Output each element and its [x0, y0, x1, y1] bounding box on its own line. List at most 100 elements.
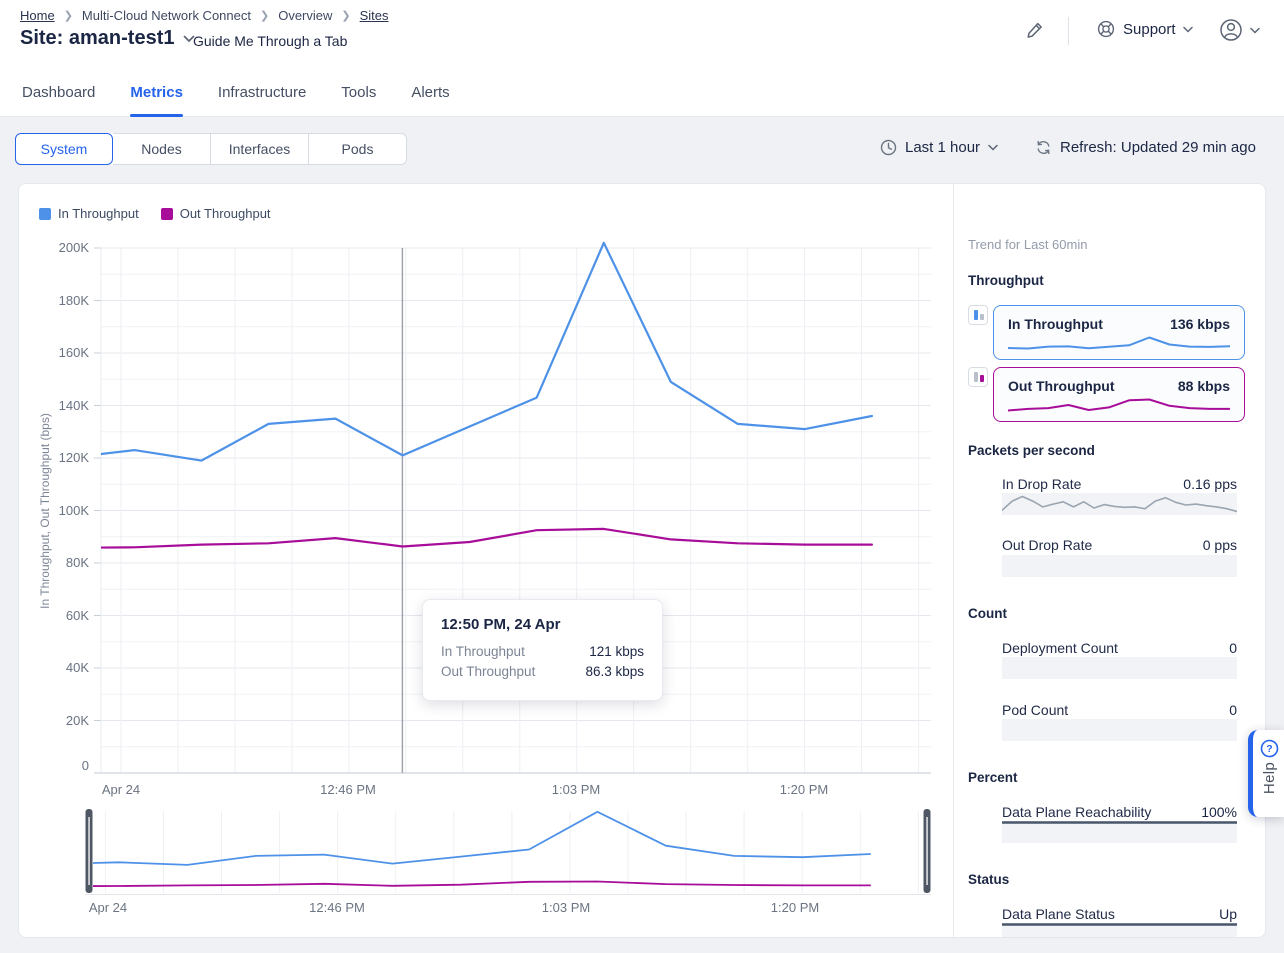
header-divider: [1068, 17, 1069, 45]
chart-type-toggle-out[interactable]: [968, 367, 988, 387]
metric-scope-switcher: System Nodes Interfaces Pods: [16, 133, 407, 165]
metrics-card: In Throughput Out Throughput In Throughp…: [18, 183, 1266, 938]
guide-me-link[interactable]: Guide Me Through a Tab: [193, 33, 347, 49]
chevron-down-icon: [988, 144, 998, 151]
breadcrumb-overview: Overview: [278, 8, 332, 23]
data-plane-status-row: Data Plane Status Up: [1002, 906, 1237, 922]
chart-legend: In Throughput Out Throughput: [39, 206, 271, 221]
svg-text:?: ?: [1266, 743, 1272, 755]
legend-in-throughput[interactable]: In Throughput: [39, 206, 139, 221]
panel-divider: [953, 184, 954, 938]
legend-label: In Throughput: [58, 206, 139, 221]
row-label: Data Plane Reachability: [1002, 804, 1151, 820]
out-drop-rate-sparkline: [1002, 555, 1237, 577]
row-value: 0.16 pps: [1183, 476, 1237, 492]
chart-type-toggle-in[interactable]: [968, 305, 988, 325]
support-menu[interactable]: Support: [1096, 19, 1193, 39]
navigator-x-tick: 1:03 PM: [516, 900, 616, 915]
time-range-selector[interactable]: Last 1 hour: [880, 139, 998, 156]
support-lifebuoy-icon: [1096, 19, 1116, 39]
row-value: 0: [1229, 640, 1237, 656]
tooltip-row: In Throughput 121 kbps: [441, 644, 644, 664]
out-throughput-sparkline: [1008, 397, 1230, 413]
page-title: Site: aman-test1: [20, 27, 195, 50]
edit-pencil-icon[interactable]: [1025, 20, 1045, 40]
navigator-x-tick: 12:46 PM: [287, 900, 387, 915]
in-throughput-sparkline: [1008, 335, 1230, 351]
out-drop-rate-row: Out Drop Rate 0 pps: [1002, 537, 1237, 553]
legend-label: Out Throughput: [180, 206, 271, 221]
help-question-icon: ?: [1260, 739, 1279, 758]
trend-title: Trend for Last 60min: [968, 237, 1087, 252]
subtab-nodes[interactable]: Nodes: [113, 133, 211, 165]
page-title-text: Site: aman-test1: [20, 27, 175, 50]
status-sparkline: [1002, 923, 1237, 938]
subtab-interfaces[interactable]: Interfaces: [211, 133, 309, 165]
account-menu[interactable]: [1218, 17, 1260, 43]
section-throughput: Throughput: [968, 273, 1044, 288]
pod-count-sparkline: [1002, 719, 1237, 741]
deployment-count-row: Deployment Count 0: [1002, 640, 1237, 656]
chevron-down-icon: [1250, 27, 1260, 34]
row-label: Data Plane Status: [1002, 906, 1115, 922]
x-tick: 1:20 PM: [754, 782, 854, 797]
navigator-handle-left[interactable]: [86, 809, 93, 893]
chart-tooltip: 12:50 PM, 24 Apr In Throughput 121 kbps …: [422, 599, 663, 701]
reachability-row: Data Plane Reachability 100%: [1002, 804, 1237, 820]
tooltip-label: In Throughput: [441, 644, 525, 664]
top-header: Home ❯ Multi-Cloud Network Connect ❯ Ove…: [0, 0, 1284, 117]
in-drop-rate-row: In Drop Rate 0.16 pps: [1002, 476, 1237, 492]
tab-alerts[interactable]: Alerts: [411, 84, 449, 115]
section-packets: Packets per second: [968, 443, 1095, 458]
tooltip-row: Out Throughput 86.3 kbps: [441, 664, 644, 684]
trend-card-value: 88 kbps: [1178, 378, 1230, 394]
chart-navigator[interactable]: [85, 807, 931, 896]
breadcrumb-separator: ❯: [64, 9, 73, 22]
navigator-handle-right[interactable]: [924, 809, 931, 893]
row-value: 100%: [1201, 804, 1237, 820]
reachability-sparkline: [1002, 821, 1237, 843]
trend-card-value: 136 kbps: [1170, 316, 1230, 332]
trend-card-in-throughput[interactable]: In Throughput 136 kbps: [993, 305, 1245, 360]
row-value: Up: [1219, 906, 1237, 922]
legend-swatch-out: [161, 208, 173, 220]
support-label: Support: [1123, 21, 1176, 38]
refresh-button[interactable]: Refresh: Updated 29 min ago: [1035, 139, 1256, 156]
tab-infrastructure[interactable]: Infrastructure: [218, 84, 306, 115]
breadcrumb-separator: ❯: [341, 9, 350, 22]
help-label: Help: [1261, 762, 1278, 794]
deployment-count-sparkline: [1002, 657, 1237, 679]
row-label: Deployment Count: [1002, 640, 1118, 656]
section-status: Status: [968, 872, 1009, 887]
trend-panel: Trend for Last 60min Throughput In Throu…: [968, 184, 1254, 938]
row-value: 0 pps: [1203, 537, 1237, 553]
legend-out-throughput[interactable]: Out Throughput: [161, 206, 271, 221]
chevron-down-icon: [1183, 26, 1193, 33]
clock-icon: [880, 139, 897, 156]
breadcrumb-sites[interactable]: Sites: [360, 8, 389, 23]
navigator-x-tick: Apr 24: [58, 900, 158, 915]
throughput-line-chart[interactable]: [19, 234, 951, 794]
subtab-pods[interactable]: Pods: [309, 133, 407, 165]
tab-dashboard[interactable]: Dashboard: [22, 84, 95, 115]
help-button[interactable]: ? Help: [1248, 730, 1284, 817]
subtab-system[interactable]: System: [15, 133, 113, 165]
tab-metrics[interactable]: Metrics: [130, 84, 183, 115]
breadcrumb-mcn: Multi-Cloud Network Connect: [82, 8, 251, 23]
tab-tools[interactable]: Tools: [341, 84, 376, 115]
tooltip-value: 86.3 kbps: [585, 664, 644, 684]
x-tick: Apr 24: [71, 782, 171, 797]
breadcrumb-home[interactable]: Home: [20, 8, 55, 23]
pod-count-row: Pod Count 0: [1002, 702, 1237, 718]
trend-card-label: Out Throughput: [1008, 378, 1115, 394]
time-range-label: Last 1 hour: [905, 139, 980, 156]
breadcrumb: Home ❯ Multi-Cloud Network Connect ❯ Ove…: [20, 8, 389, 23]
refresh-icon: [1035, 139, 1052, 156]
tooltip-value: 121 kbps: [589, 644, 644, 664]
row-label: Pod Count: [1002, 702, 1068, 718]
row-label: In Drop Rate: [1002, 476, 1081, 492]
legend-swatch-in: [39, 208, 51, 220]
trend-card-label: In Throughput: [1008, 316, 1103, 332]
account-avatar-icon: [1218, 17, 1244, 43]
trend-card-out-throughput[interactable]: Out Throughput 88 kbps: [993, 367, 1245, 422]
